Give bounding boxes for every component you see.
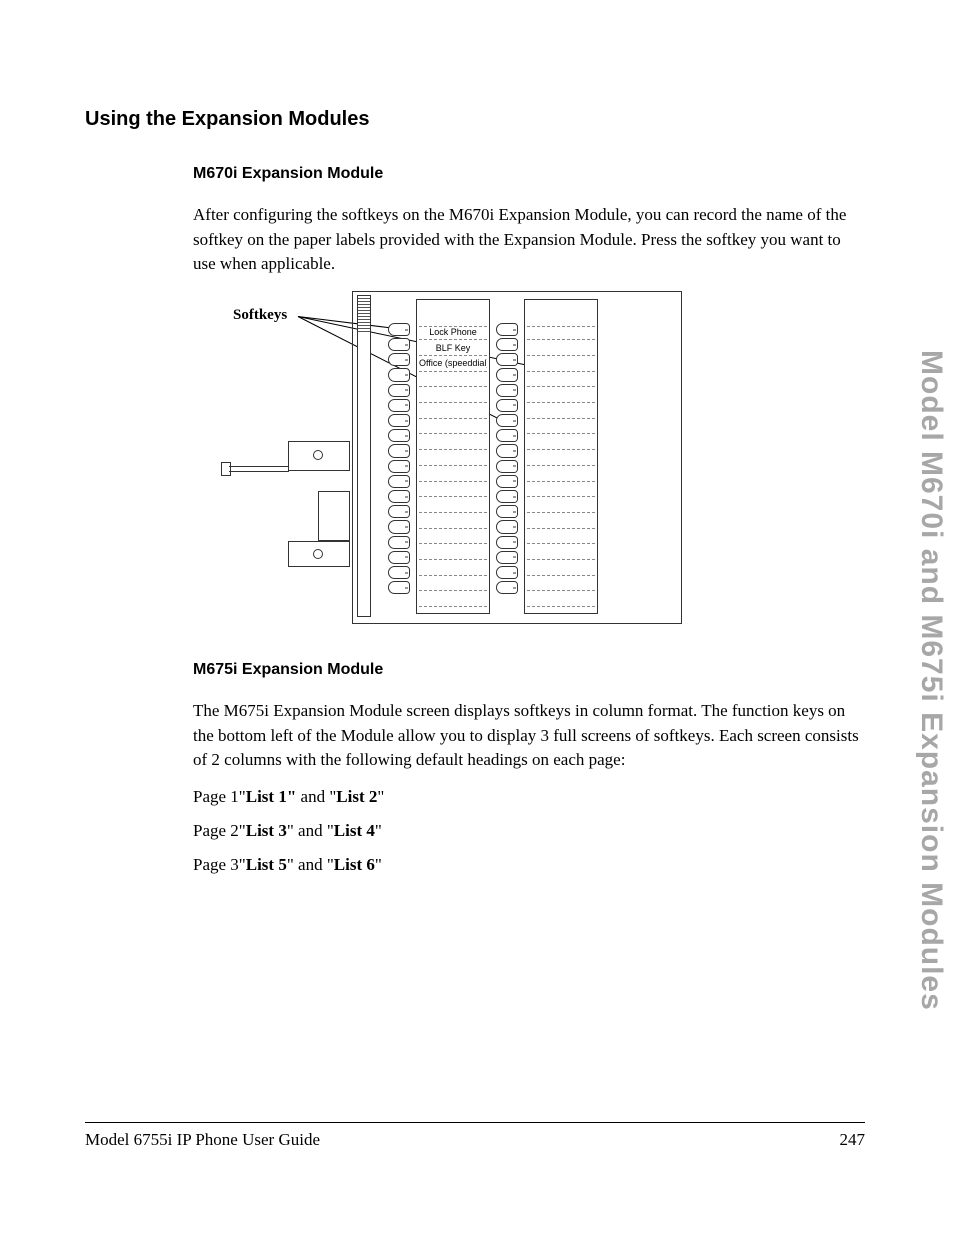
m675i-heading: M675i Expansion Module [193, 661, 865, 679]
softkey-label-slot: BLF Key [419, 343, 487, 356]
softkey-button[interactable] [388, 551, 410, 564]
softkey-label-slot [527, 358, 595, 371]
figure-callout-label: Softkeys [233, 307, 287, 324]
softkey-button[interactable] [388, 475, 410, 488]
softkey-label-slot [527, 421, 595, 434]
softkey-button-column [496, 299, 518, 615]
m670i-heading: M670i Expansion Module [193, 165, 865, 183]
section-title: Using the Expansion Modules [85, 108, 865, 131]
softkey-label-slot [419, 594, 487, 607]
softkey-button[interactable] [388, 520, 410, 533]
softkey-label-slot [527, 390, 595, 403]
softkey-label-slot [527, 326, 595, 340]
softkey-label-slot [527, 594, 595, 607]
softkey-button[interactable] [496, 444, 518, 457]
footer-rule [85, 1122, 865, 1123]
softkey-label-slot: Lock Phone [419, 326, 487, 340]
softkey-button[interactable] [496, 414, 518, 427]
softkey-button[interactable] [388, 444, 410, 457]
softkey-label-column [524, 299, 598, 614]
softkey-button[interactable] [496, 536, 518, 549]
page-list-line: Page 2"List 3" and "List 4" [193, 821, 865, 841]
softkey-button[interactable] [388, 490, 410, 503]
softkey-label-slot [527, 515, 595, 528]
softkey-label-slot [527, 374, 595, 387]
softkey-button[interactable] [496, 429, 518, 442]
softkey-label-slot [527, 468, 595, 481]
softkey-label-slot [527, 452, 595, 465]
softkey-button[interactable] [388, 323, 410, 336]
softkey-label-slot [527, 562, 595, 575]
softkey-label-slot [419, 468, 487, 481]
softkey-button[interactable] [496, 399, 518, 412]
softkey-button-column [388, 299, 410, 615]
softkey-button[interactable] [388, 581, 410, 594]
softkey-label-slot [419, 578, 487, 591]
softkey-label-slot [527, 484, 595, 497]
m675i-paragraph: The M675i Expansion Module screen displa… [193, 699, 865, 773]
softkey-button[interactable] [388, 505, 410, 518]
softkey-label-slot [419, 374, 487, 387]
softkey-button[interactable] [388, 429, 410, 442]
softkey-label-slot [419, 515, 487, 528]
page-list-block: Page 1"List 1" and "List 2" Page 2"List 3… [193, 787, 865, 875]
softkey-label-slot [419, 452, 487, 465]
softkey-button[interactable] [496, 520, 518, 533]
softkey-label-slot [527, 578, 595, 591]
softkey-button[interactable] [496, 551, 518, 564]
softkey-button[interactable] [388, 368, 410, 381]
m670i-paragraph: After configuring the softkeys on the M6… [193, 203, 865, 277]
softkey-button[interactable] [496, 368, 518, 381]
softkey-label-slot [527, 343, 595, 356]
softkey-label-slot [419, 499, 487, 512]
softkey-button[interactable] [388, 338, 410, 351]
m670i-figure: Softkeys [193, 291, 865, 631]
softkey-label-slot [419, 484, 487, 497]
softkey-button[interactable] [388, 399, 410, 412]
softkey-button[interactable] [496, 475, 518, 488]
softkey-button[interactable] [388, 353, 410, 366]
softkey-button[interactable] [496, 581, 518, 594]
softkey-label-slot [527, 531, 595, 544]
softkey-label-slot [527, 405, 595, 418]
softkey-label-slot [419, 421, 487, 434]
softkey-button[interactable] [496, 338, 518, 351]
softkey-label-slot [527, 547, 595, 560]
softkey-label-slot [419, 562, 487, 575]
footer-doc-title: Model 6755i IP Phone User Guide [85, 1130, 320, 1150]
softkey-button[interactable] [388, 536, 410, 549]
device-side-rail [357, 295, 371, 617]
page-list-line: Page 1"List 1" and "List 2" [193, 787, 865, 807]
softkey-label-slot [419, 437, 487, 450]
softkey-label-slot [527, 499, 595, 512]
softkey-button[interactable] [388, 384, 410, 397]
softkey-button[interactable] [496, 566, 518, 579]
connector-bar [229, 466, 289, 472]
softkey-button[interactable] [388, 566, 410, 579]
softkey-label-column: Lock Phone BLF Key Office (speeddial) [416, 299, 490, 614]
softkey-button[interactable] [496, 384, 518, 397]
screw-hole-icon [313, 549, 323, 559]
softkey-button[interactable] [496, 490, 518, 503]
softkey-label-slot [419, 390, 487, 403]
softkey-label-slot [419, 547, 487, 560]
softkey-button[interactable] [496, 460, 518, 473]
side-chapter-tab: Model M670i and M675i Expansion Modules [914, 350, 948, 1011]
softkey-button[interactable] [388, 414, 410, 427]
softkey-button[interactable] [496, 323, 518, 336]
softkey-button[interactable] [496, 505, 518, 518]
page-list-line: Page 3"List 5" and "List 6" [193, 855, 865, 875]
softkey-label-slot [419, 531, 487, 544]
footer-page-number: 247 [840, 1130, 866, 1150]
screw-hole-icon [313, 450, 323, 460]
softkey-label-slot: Office (speeddial) [419, 358, 487, 371]
softkey-button[interactable] [388, 460, 410, 473]
softkey-label-slot [527, 437, 595, 450]
softkey-button[interactable] [496, 353, 518, 366]
softkey-label-slot [419, 405, 487, 418]
